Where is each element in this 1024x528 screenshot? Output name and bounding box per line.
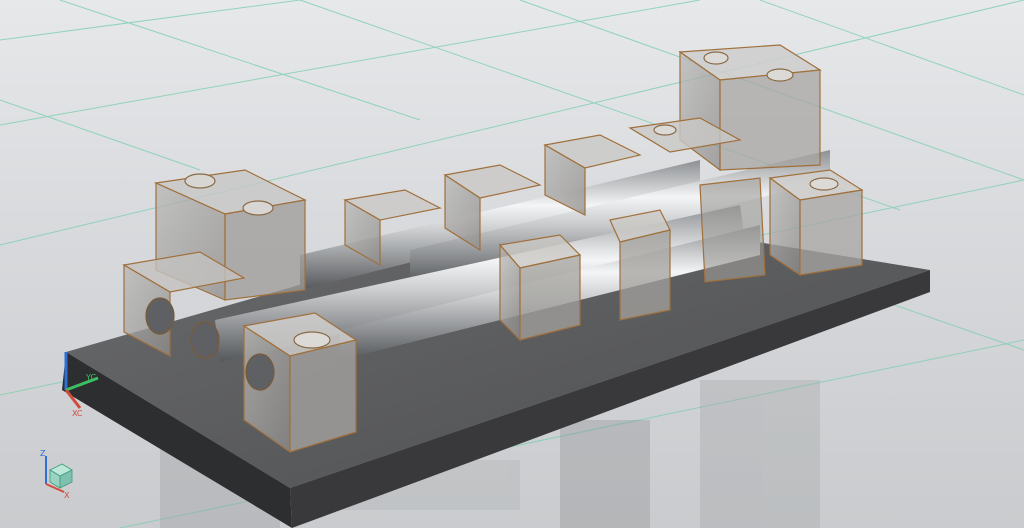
view-orientation-triad[interactable]: Z X [40, 449, 73, 500]
cad-3d-viewport[interactable]: YC XC Z X [0, 0, 1024, 528]
x-axis-label: XC [72, 409, 83, 418]
fixture-assembly-model[interactable]: YC XC Z X [0, 0, 1024, 528]
view-z-label: Z [40, 449, 46, 458]
y-axis-label: YC [85, 373, 96, 382]
view-x-label: X [64, 491, 70, 500]
